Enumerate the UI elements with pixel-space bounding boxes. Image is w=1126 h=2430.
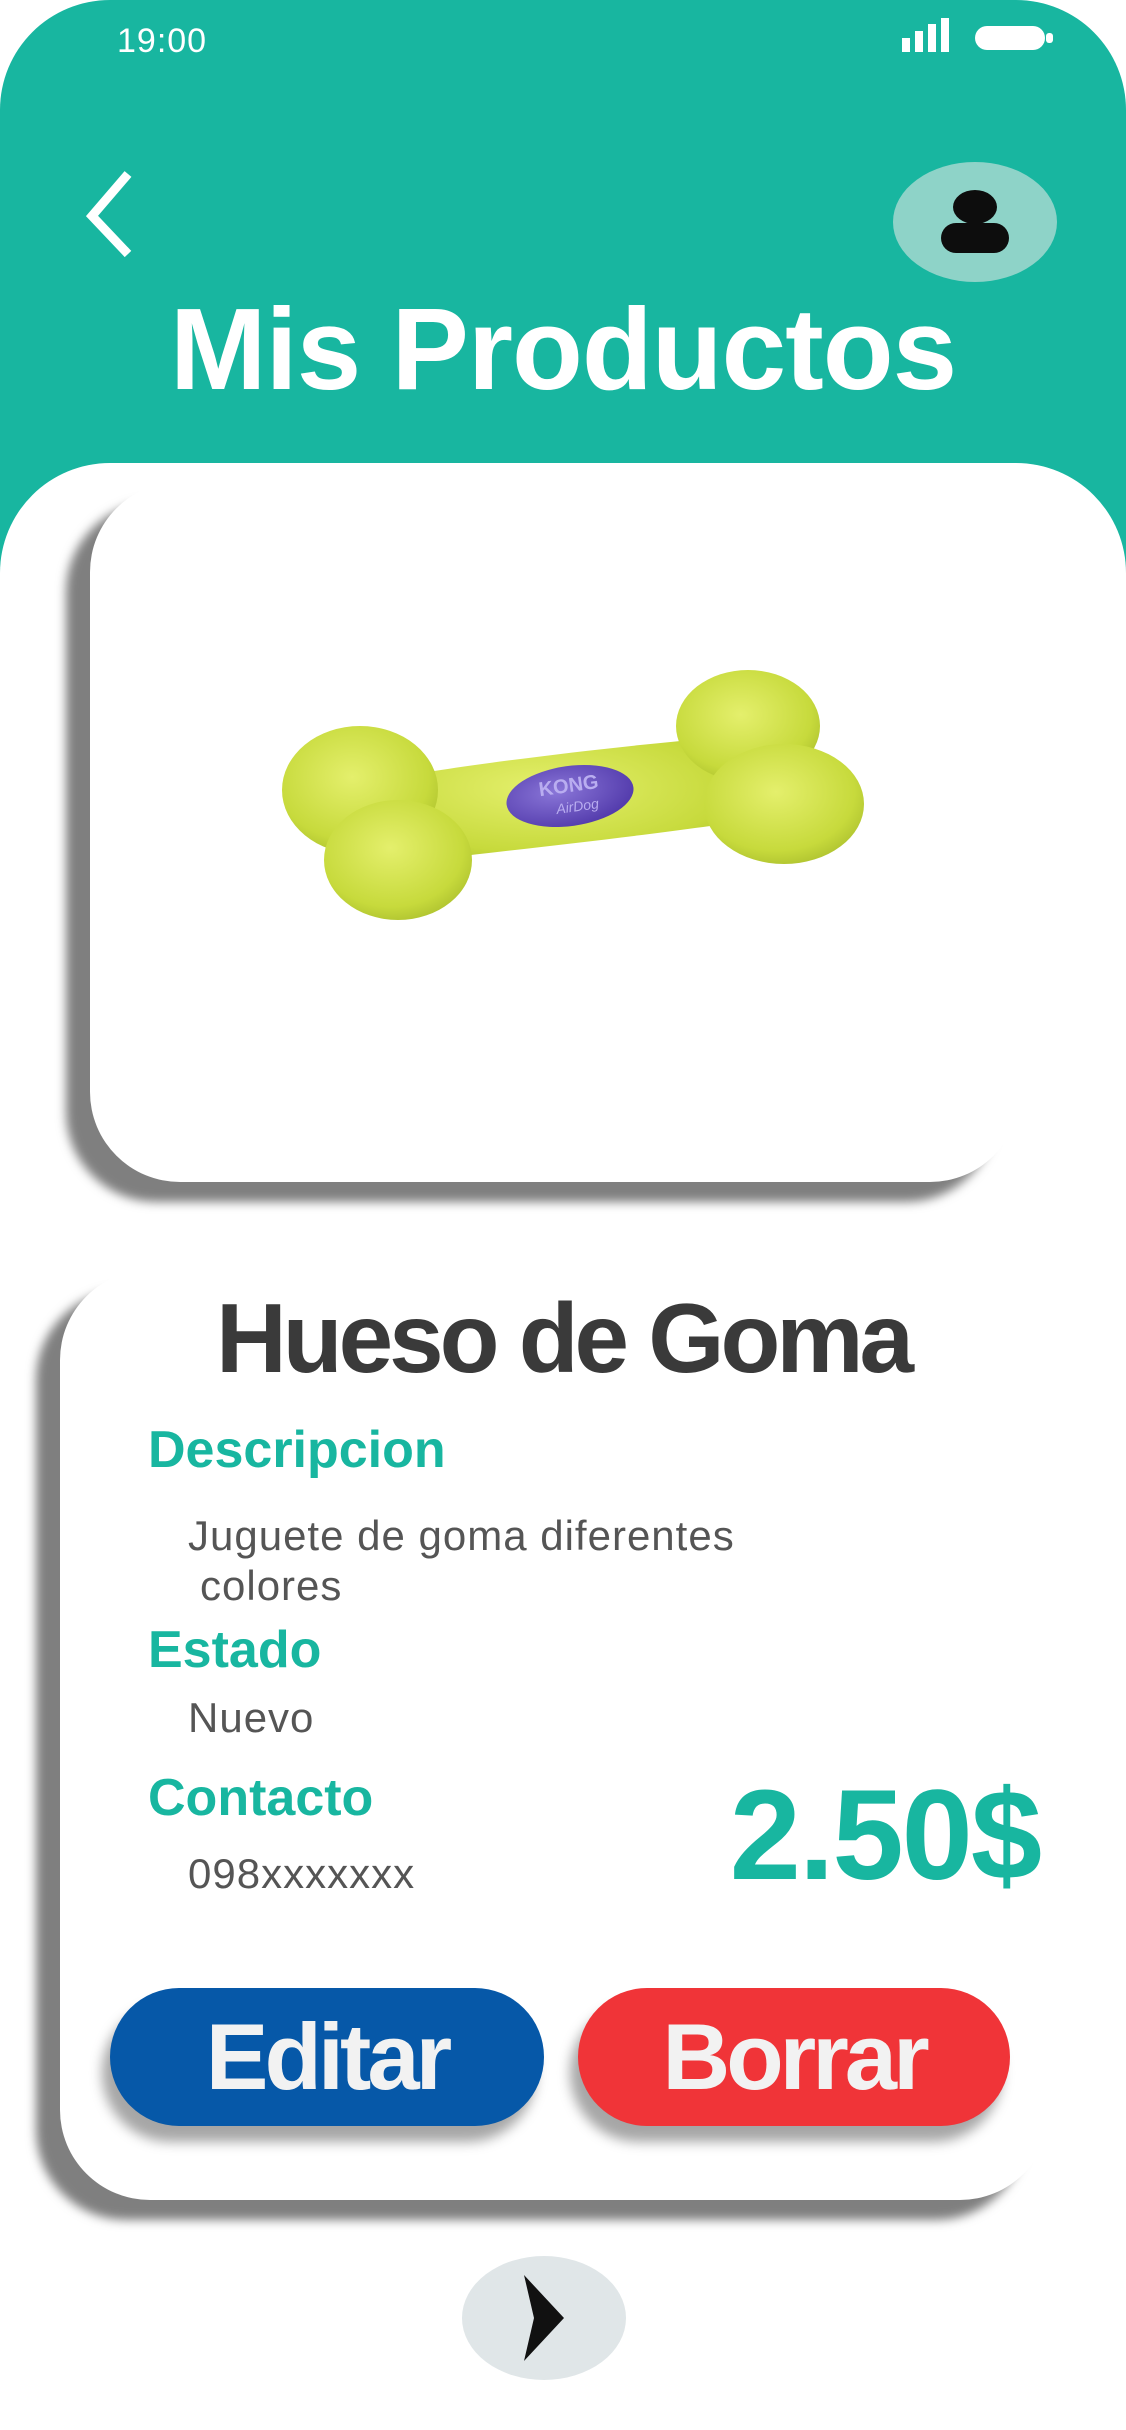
edit-button-label: Editar xyxy=(205,2004,452,2109)
next-button[interactable] xyxy=(462,2256,626,2380)
bone-toy-image: KONG AirDog xyxy=(282,670,864,920)
page-title: Mis Productos xyxy=(169,284,957,414)
profile-button[interactable] xyxy=(893,162,1057,282)
product-name: Hueso de Goma xyxy=(215,1283,914,1393)
contact-label: Contacto xyxy=(148,1769,374,1827)
chevron-right-icon xyxy=(524,2275,564,2361)
delete-button[interactable]: Borrar xyxy=(578,1988,1010,2126)
signal-bars-icon xyxy=(902,18,949,52)
description-label: Descripcion xyxy=(148,1421,446,1479)
user-icon xyxy=(941,190,1009,253)
description-line-1: Juguete de goma diferentes xyxy=(188,1512,735,1559)
description-line-2: colores xyxy=(200,1562,343,1609)
contact-value: 098xxxxxxx xyxy=(188,1850,416,1897)
battery-icon xyxy=(975,26,1053,50)
phone-screen: 19:00 Mis Productos KONG AirDog Hueso de… xyxy=(0,0,1126,2430)
status-label: Estado xyxy=(148,1621,322,1679)
edit-button[interactable]: Editar xyxy=(110,1988,544,2126)
status-value: Nuevo xyxy=(188,1694,315,1741)
delete-button-label: Borrar xyxy=(662,2004,929,2109)
product-price: 2.50$ xyxy=(729,1764,1042,1907)
back-button[interactable] xyxy=(82,168,142,260)
status-time: 19:00 xyxy=(117,22,208,60)
